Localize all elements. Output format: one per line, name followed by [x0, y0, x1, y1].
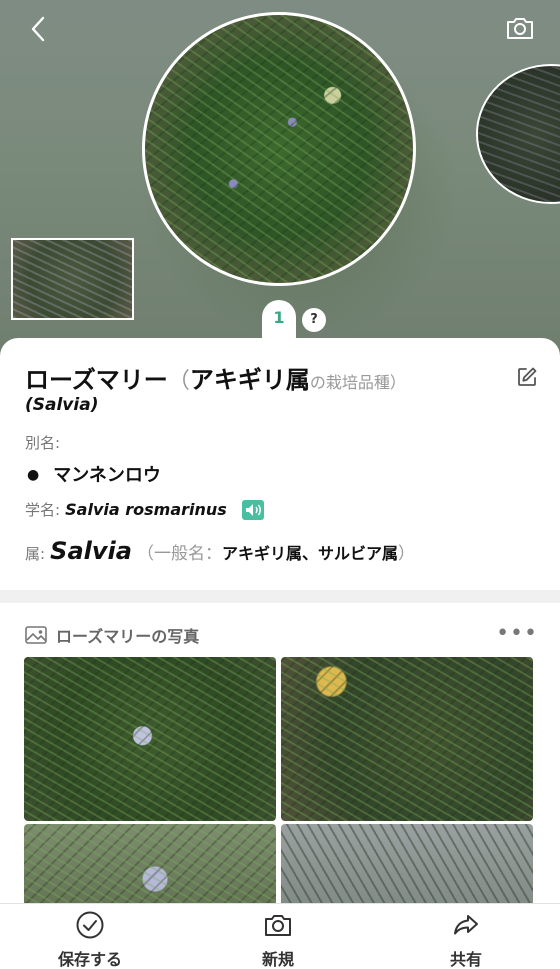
scientific-genus: (Salvia)	[25, 395, 99, 415]
bottom-bar: 保存する 新規 共有	[0, 903, 560, 969]
chevron-left-icon[interactable]	[22, 12, 56, 46]
genus-latin[interactable]: Salvia	[50, 537, 132, 565]
alias-text: マンネンロウ	[53, 465, 161, 486]
more-options-icon[interactable]: •••	[496, 621, 538, 646]
genus-row: 属: Salvia （一般名：アキギリ属、サルビア属）	[25, 537, 415, 565]
new-button[interactable]: 新規	[218, 910, 338, 969]
speaker-icon[interactable]	[242, 500, 264, 520]
new-label: 新規	[261, 950, 294, 969]
alias-label: 別名:	[25, 434, 61, 452]
scientific-label: 学名:	[25, 501, 61, 519]
photo-tile[interactable]	[281, 657, 533, 821]
share-arrow-icon	[454, 915, 478, 935]
bullet-icon: ●	[27, 467, 40, 483]
title-suffix: の栽培品種）	[309, 373, 406, 392]
common-suffix: ）	[398, 544, 416, 564]
alias-item: ● マンネンロウ	[27, 461, 161, 487]
gallery-icon	[25, 626, 47, 644]
title-genus: アキギリ属	[189, 366, 310, 394]
photos-title: ローズマリーの写真	[56, 627, 200, 646]
edit-icon[interactable]	[516, 366, 538, 388]
camera-icon[interactable]	[504, 12, 536, 44]
plant-name: ローズマリー	[25, 366, 168, 394]
save-label: 保存する	[57, 950, 122, 969]
main-plant-photo[interactable]	[142, 12, 416, 286]
common-names: アキギリ属、サルビア属	[222, 544, 399, 563]
next-plant-photo[interactable]	[476, 64, 560, 204]
save-button[interactable]: 保存する	[30, 910, 150, 969]
share-button[interactable]: 共有	[406, 910, 526, 969]
camera-icon	[265, 915, 291, 936]
photos-header: ローズマリーの写真	[24, 623, 199, 647]
scientific-name: Salvia rosmarinus	[65, 500, 227, 519]
photo-index[interactable]: 1	[262, 308, 296, 327]
photo-tile[interactable]	[24, 657, 276, 821]
photos-section: ローズマリーの写真 •••	[0, 603, 560, 924]
genus-label: 属:	[25, 545, 46, 563]
share-label: 共有	[449, 950, 482, 969]
photo-thumbnail[interactable]	[11, 238, 134, 320]
plant-title: ローズマリー（アキギリ属の栽培品種）	[25, 360, 406, 395]
common-prefix: （一般名：	[137, 544, 223, 564]
scientific-name-row: 学名: Salvia rosmarinus	[25, 499, 227, 520]
check-circle-icon	[76, 911, 104, 939]
help-button[interactable]: ?	[302, 308, 326, 332]
title-paren-open: （	[167, 369, 190, 394]
